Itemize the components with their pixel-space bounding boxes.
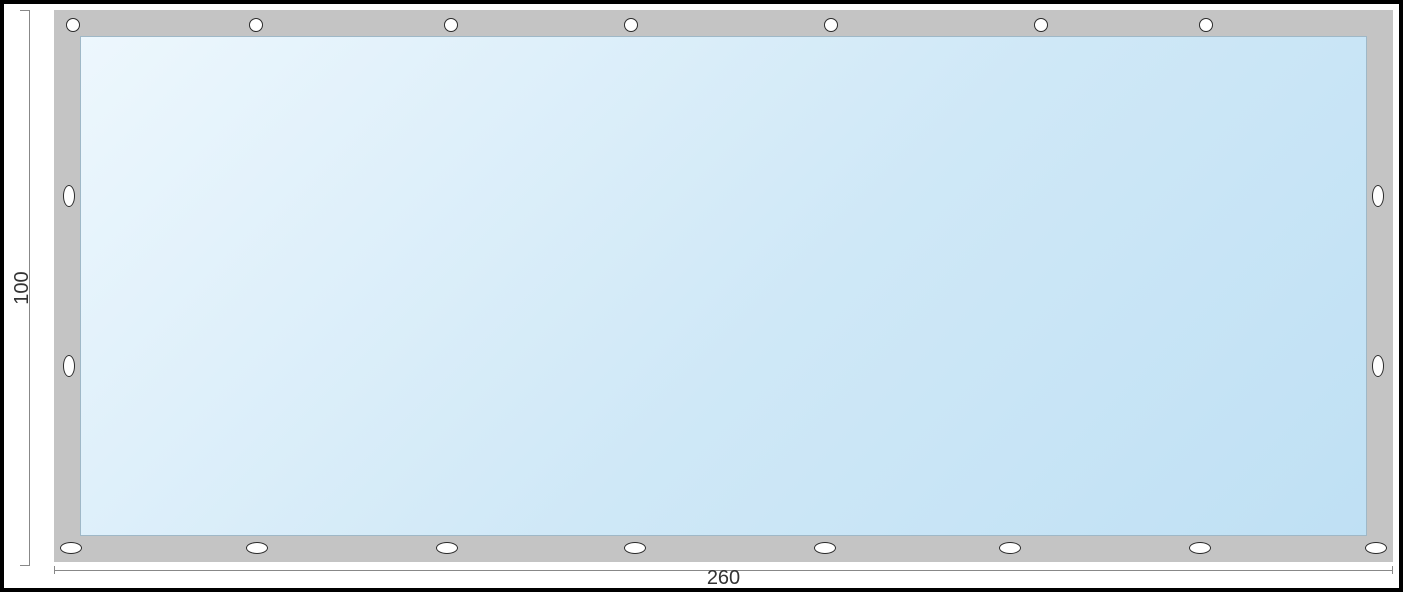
grommet-icon xyxy=(1372,185,1384,207)
grommet-icon xyxy=(624,18,638,32)
grommet-icon xyxy=(60,542,82,554)
grommet-icon xyxy=(1372,355,1384,377)
grommet-icon xyxy=(444,18,458,32)
tarp-panel xyxy=(80,36,1367,536)
diagram-frame: 100 260 xyxy=(4,4,1399,588)
grommet-icon xyxy=(1365,542,1387,554)
dimension-width: 260 xyxy=(54,566,1393,588)
grommet-icon xyxy=(999,542,1021,554)
grommet-icon xyxy=(246,542,268,554)
dimension-width-label: 260 xyxy=(707,567,740,590)
dimension-height-label: 100 xyxy=(11,271,34,304)
grommet-icon xyxy=(436,542,458,554)
grommet-icon xyxy=(63,185,75,207)
grommet-icon xyxy=(1189,542,1211,554)
grommet-icon xyxy=(63,355,75,377)
tarp-border xyxy=(54,10,1393,562)
dimension-height: 100 xyxy=(10,10,30,566)
grommet-icon xyxy=(624,542,646,554)
grommet-icon xyxy=(1199,18,1213,32)
grommet-icon xyxy=(66,18,80,32)
grommet-icon xyxy=(1034,18,1048,32)
grommet-icon xyxy=(814,542,836,554)
grommet-icon xyxy=(824,18,838,32)
grommet-icon xyxy=(249,18,263,32)
